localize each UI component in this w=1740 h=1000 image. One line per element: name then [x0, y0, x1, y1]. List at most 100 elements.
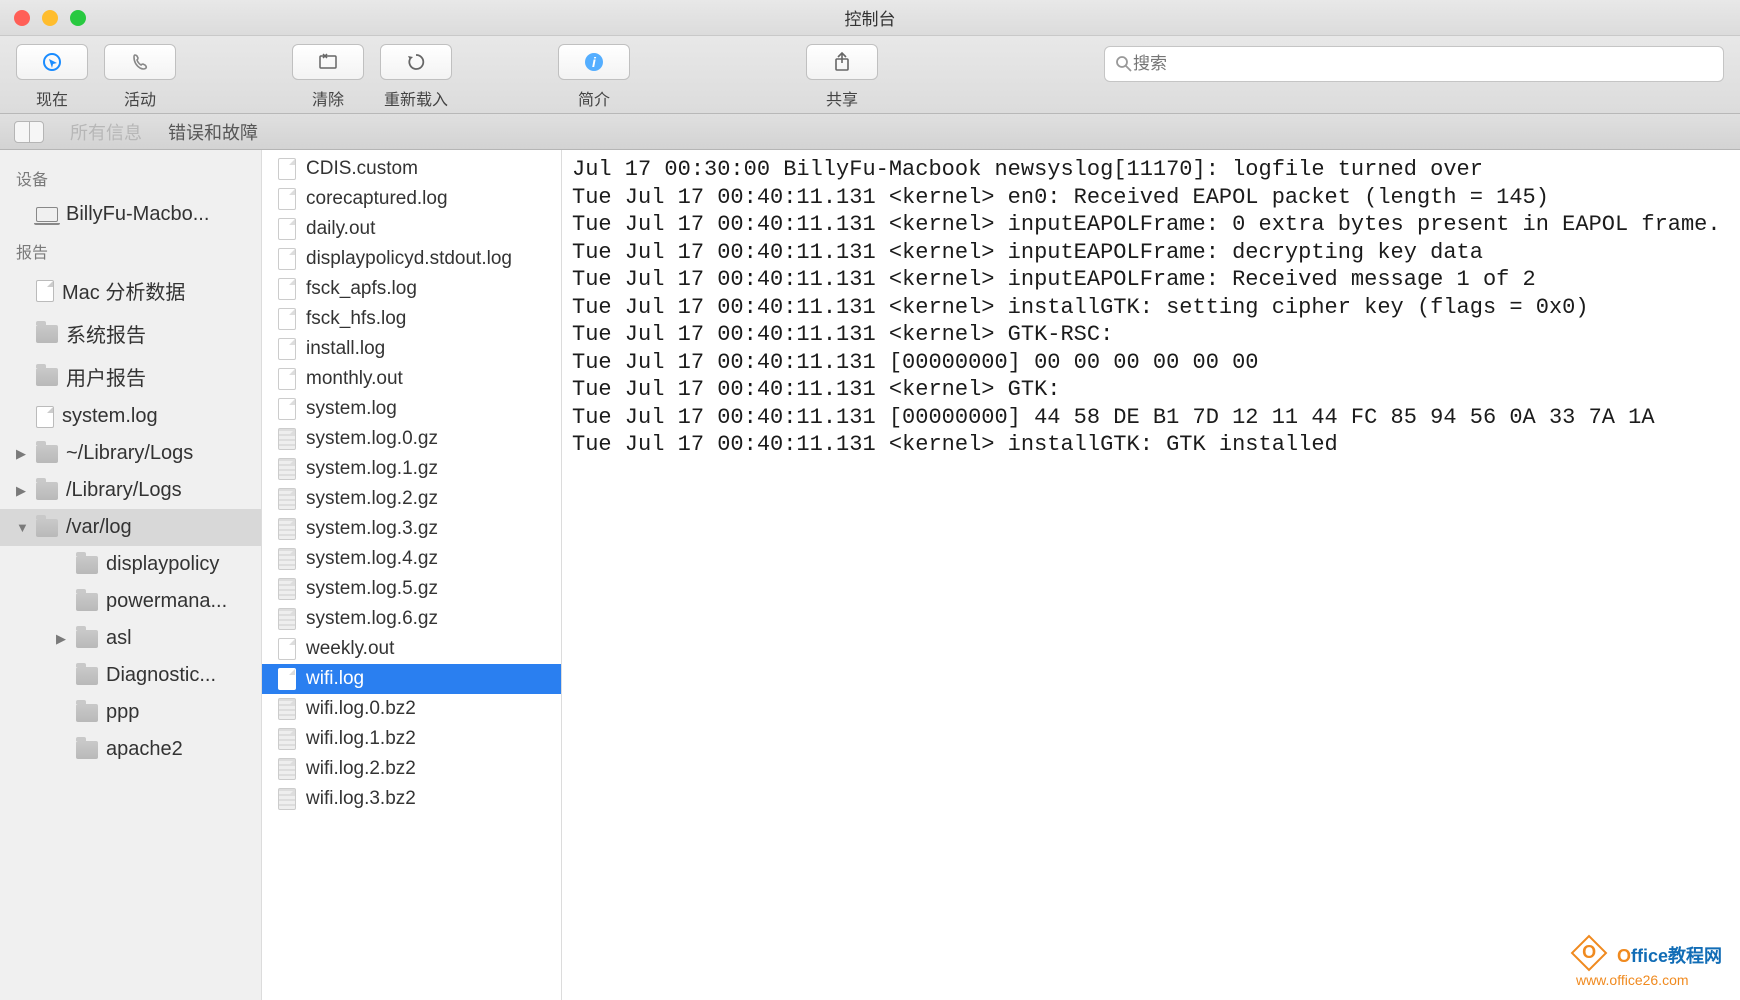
- archive-icon: [278, 578, 296, 600]
- disclosure-triangle[interactable]: ▼: [16, 520, 28, 535]
- file-item[interactable]: system.log.0.gz: [262, 424, 561, 454]
- info-icon: i: [584, 52, 604, 72]
- search-input[interactable]: [1133, 54, 1713, 74]
- file-item[interactable]: system.log.1.gz: [262, 454, 561, 484]
- document-icon: [278, 188, 296, 210]
- sidebar-item[interactable]: displaypolicy: [0, 546, 261, 583]
- sidebar-item[interactable]: system.log: [0, 398, 261, 435]
- sidebar-item[interactable]: apache2: [0, 731, 261, 768]
- disclosure-triangle[interactable]: ▶: [16, 483, 28, 499]
- sidebar-device[interactable]: BillyFu-Macbo...: [0, 196, 261, 233]
- reload-button[interactable]: [380, 44, 452, 80]
- file-item-label: displaypolicyd.stdout.log: [306, 248, 512, 270]
- file-item[interactable]: system.log.2.gz: [262, 484, 561, 514]
- file-item[interactable]: wifi.log.2.bz2: [262, 754, 561, 784]
- file-item-label: wifi.log.0.bz2: [306, 698, 416, 720]
- sidebar-item[interactable]: Mac 分析数据: [0, 269, 261, 312]
- reload-icon: [406, 52, 426, 72]
- document-icon: [278, 338, 296, 360]
- file-item[interactable]: system.log.4.gz: [262, 544, 561, 574]
- disclosure-triangle[interactable]: ▶: [16, 446, 28, 462]
- document-icon: [278, 218, 296, 240]
- folder-icon: [36, 445, 58, 463]
- sidebar-item-label: 用户报告: [66, 362, 253, 391]
- sidebar-item-label: Mac 分析数据: [62, 276, 253, 305]
- sidebar-item[interactable]: ▶~/Library/Logs: [0, 435, 261, 472]
- sidebar-item[interactable]: powermana...: [0, 583, 261, 620]
- sidebar-item-label: asl: [106, 627, 253, 650]
- file-item-label: wifi.log.3.bz2: [306, 788, 416, 810]
- archive-icon: [278, 428, 296, 450]
- file-item[interactable]: system.log.5.gz: [262, 574, 561, 604]
- sidebar-item[interactable]: ppp: [0, 694, 261, 731]
- file-item-label: system.log: [306, 398, 397, 420]
- laptop-icon: [36, 207, 58, 222]
- activity-button[interactable]: [104, 44, 176, 80]
- sidebar-item-label: /var/log: [66, 516, 253, 539]
- archive-icon: [278, 548, 296, 570]
- sidebar-item-label: 系统报告: [66, 319, 253, 348]
- document-icon: [36, 280, 54, 302]
- file-item[interactable]: displaypolicyd.stdout.log: [262, 244, 561, 274]
- folder-icon: [36, 325, 58, 343]
- cursor-icon: [42, 52, 62, 72]
- archive-icon: [278, 758, 296, 780]
- file-item-label: install.log: [306, 338, 385, 360]
- file-item[interactable]: fsck_hfs.log: [262, 304, 561, 334]
- file-item[interactable]: CDIS.custom: [262, 154, 561, 184]
- sidebar-toggle-button[interactable]: [14, 121, 44, 143]
- file-item[interactable]: monthly.out: [262, 364, 561, 394]
- watermark-line2: www.office26.com: [1576, 972, 1689, 988]
- titlebar: 控制台: [0, 0, 1740, 36]
- archive-icon: [278, 698, 296, 720]
- file-list: CDIS.customcorecaptured.logdaily.out disp…: [262, 150, 562, 1000]
- sidebar-item[interactable]: ▶ asl: [0, 620, 261, 657]
- log-content[interactable]: Jul 17 00:30:00 BillyFu-Macbook newsyslo…: [562, 150, 1740, 1000]
- info-button[interactable]: i: [558, 44, 630, 80]
- archive-icon: [278, 788, 296, 810]
- folder-icon: [36, 482, 58, 500]
- file-item-label: fsck_apfs.log: [306, 278, 417, 300]
- info-label: 简介: [578, 86, 610, 110]
- sidebar-item[interactable]: ▶/Library/Logs: [0, 472, 261, 509]
- file-item[interactable]: fsck_apfs.log: [262, 274, 561, 304]
- file-item-label: system.log.5.gz: [306, 578, 438, 600]
- file-item[interactable]: wifi.log.1.bz2: [262, 724, 561, 754]
- file-item[interactable]: wifi.log.0.bz2: [262, 694, 561, 724]
- document-icon: [278, 368, 296, 390]
- now-button[interactable]: [16, 44, 88, 80]
- clear-button[interactable]: [292, 44, 364, 80]
- share-button[interactable]: [806, 44, 878, 80]
- file-item-label: wifi.log: [306, 668, 364, 690]
- document-icon: [36, 406, 54, 428]
- disclosure-triangle[interactable]: ▶: [56, 631, 68, 647]
- file-item[interactable]: daily.out: [262, 214, 561, 244]
- sidebar-item[interactable]: Diagnostic...: [0, 657, 261, 694]
- search-field[interactable]: [1104, 46, 1724, 82]
- file-item[interactable]: weekly.out: [262, 634, 561, 664]
- file-item[interactable]: system.log: [262, 394, 561, 424]
- filter-all[interactable]: 所有信息: [70, 119, 142, 145]
- activity-label: 活动: [124, 86, 156, 110]
- file-item-label: system.log.6.gz: [306, 608, 438, 630]
- file-item[interactable]: wifi.log.3.bz2: [262, 784, 561, 814]
- sidebar-item[interactable]: 用户报告: [0, 355, 261, 398]
- folder-icon: [76, 556, 98, 574]
- file-item[interactable]: install.log: [262, 334, 561, 364]
- file-item[interactable]: wifi.log: [262, 664, 561, 694]
- document-icon: [278, 638, 296, 660]
- file-item-label: monthly.out: [306, 368, 403, 390]
- trash-icon: [317, 52, 339, 72]
- file-item[interactable]: system.log.3.gz: [262, 514, 561, 544]
- watermark-line1: ffice教程网: [1631, 946, 1722, 966]
- filter-errors[interactable]: 错误和故障: [168, 119, 258, 145]
- file-item-label: weekly.out: [306, 638, 394, 660]
- file-item-label: system.log.2.gz: [306, 488, 438, 510]
- file-item[interactable]: system.log.6.gz: [262, 604, 561, 634]
- sidebar-item[interactable]: 系统报告: [0, 312, 261, 355]
- sidebar-item-label: ppp: [106, 701, 253, 724]
- archive-icon: [278, 518, 296, 540]
- file-item-label: fsck_hfs.log: [306, 308, 406, 330]
- file-item[interactable]: corecaptured.log: [262, 184, 561, 214]
- sidebar-item[interactable]: ▼ /var/log: [0, 509, 261, 546]
